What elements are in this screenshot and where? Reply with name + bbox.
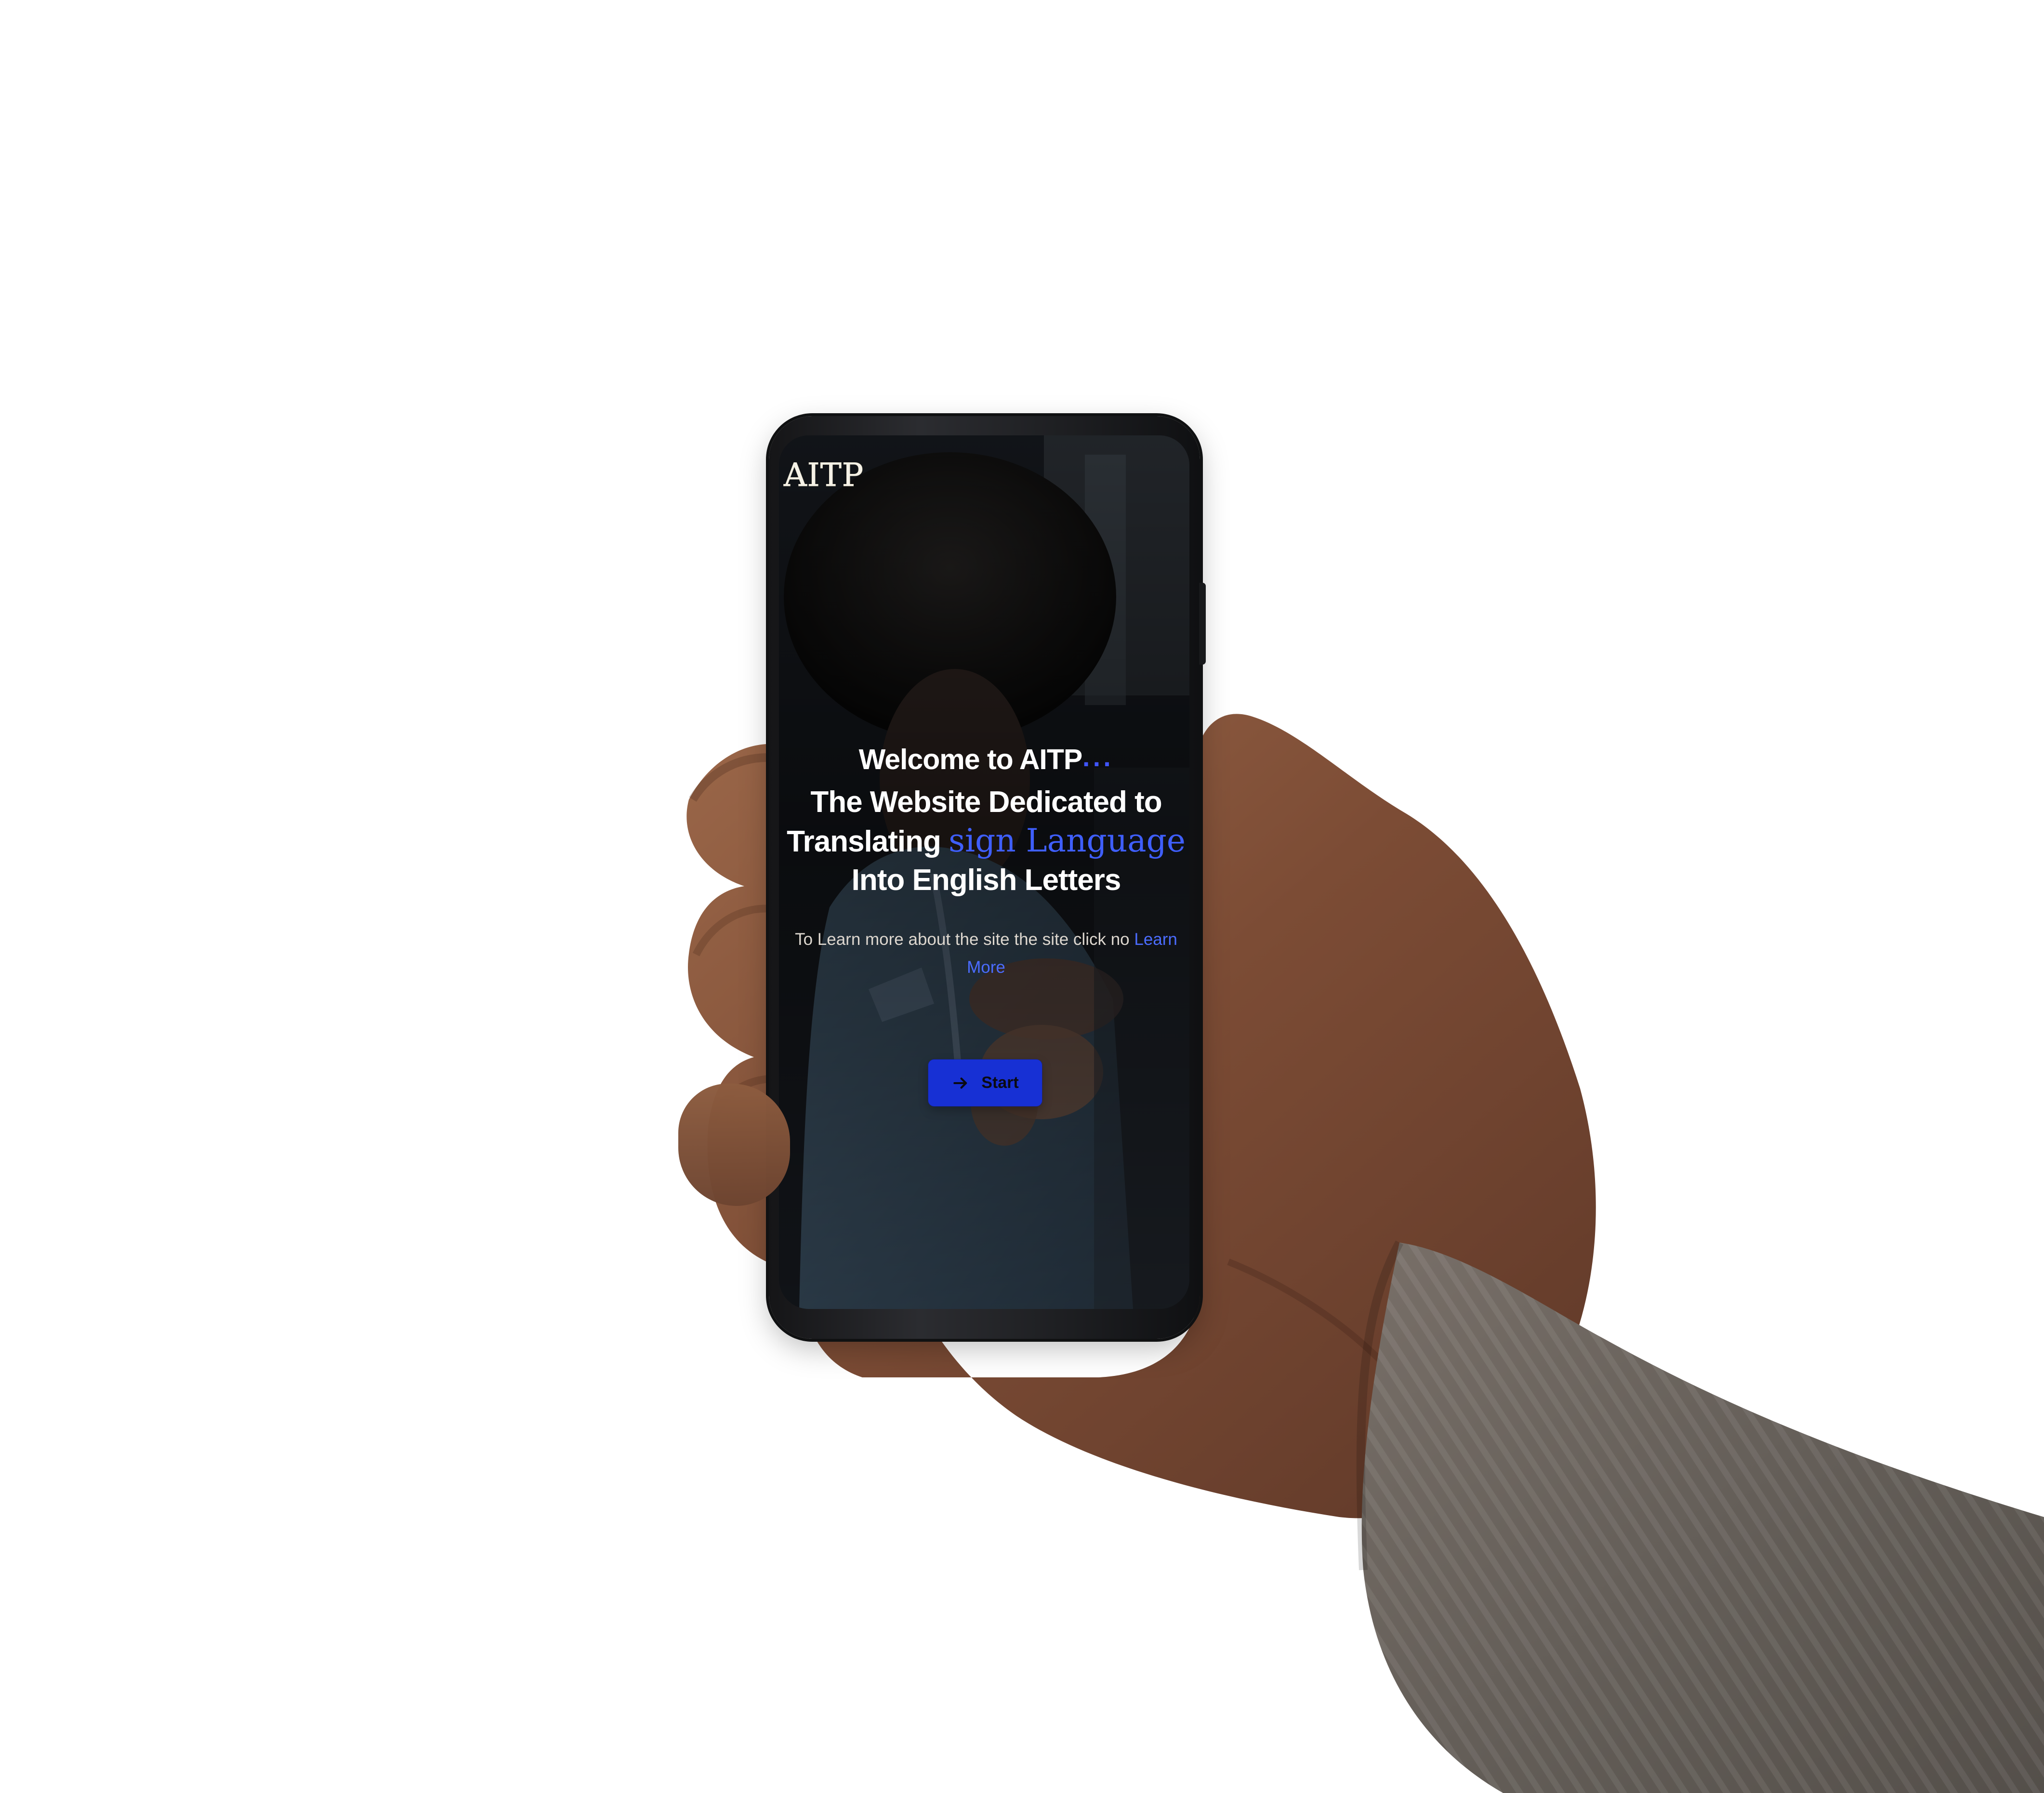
aitp-logo: AITP bbox=[783, 457, 864, 494]
start-button[interactable]: Start bbox=[928, 1060, 1042, 1106]
sign-language-accent: sign Language bbox=[949, 822, 1186, 859]
headline-accent-dots: ... bbox=[1082, 747, 1114, 772]
hero-headline: Welcome to AITP... The Website Dedicated… bbox=[786, 736, 1186, 900]
side-button bbox=[1199, 583, 1206, 665]
welcome-text: Welcome to AITP bbox=[858, 744, 1083, 775]
learn-more-prefix: To Learn more about the site the site cl… bbox=[795, 930, 1134, 949]
headline-line-4: Into English Letters bbox=[851, 864, 1121, 897]
phone-mockup-stage: AITP Welcome to AITP... The Website Dedi… bbox=[0, 0, 2044, 1793]
headline-line-3: Translating sign Language bbox=[786, 822, 1186, 861]
translating-text: Translating bbox=[787, 825, 949, 858]
headline-line-1: Welcome to AITP... bbox=[786, 736, 1186, 783]
headline-line-2: The Website Dedicated to bbox=[810, 785, 1162, 819]
learn-more-text: To Learn more about the site the site cl… bbox=[786, 926, 1187, 982]
start-button-label: Start bbox=[981, 1073, 1019, 1092]
thumb-over-phone bbox=[678, 1084, 790, 1206]
arrow-right-icon bbox=[953, 1077, 967, 1089]
sleeve-ribbing bbox=[1361, 1243, 2044, 1793]
